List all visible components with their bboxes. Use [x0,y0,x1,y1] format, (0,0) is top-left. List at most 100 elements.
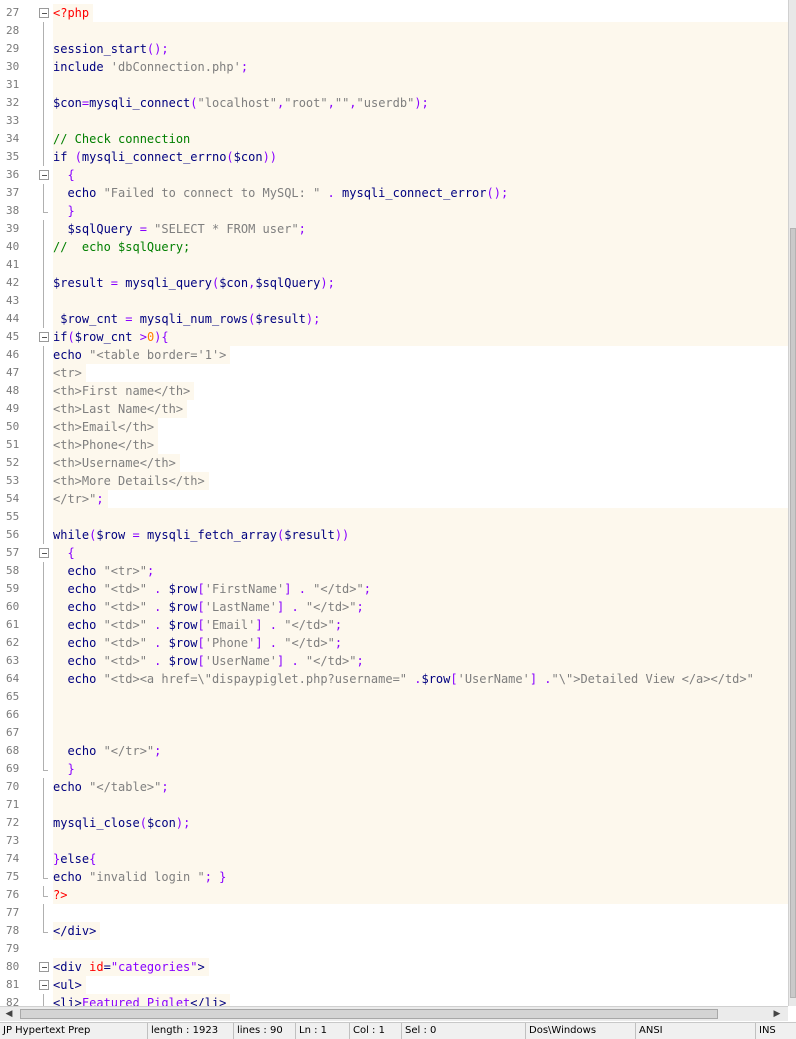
code-line[interactable]: 33 [0,112,788,130]
scroll-right-arrow-icon[interactable]: ▶ [770,1008,784,1020]
fold-collapse-icon[interactable] [34,976,50,994]
code-line[interactable]: 78 </div> [0,922,788,940]
code-line[interactable]: 27 <?php [0,4,788,22]
code-text[interactable]: $con=mysqli_connect("localhost","root","… [53,94,433,112]
code-line[interactable]: 51 <th>Phone</th> [0,436,788,454]
code-text[interactable]: if($row_cnt >0){ [53,328,173,346]
fold-collapse-icon[interactable] [34,958,50,976]
code-line[interactable]: 80 <div id="categories"> [0,958,788,976]
code-line[interactable]: 73 [0,832,788,850]
code-line[interactable]: 43 [0,292,788,310]
code-text[interactable]: echo "<tr>"; [53,562,158,580]
code-line[interactable]: 31 [0,76,788,94]
code-text[interactable]: while($row = mysqli_fetch_array($result)… [53,526,353,544]
code-line[interactable]: 59 echo "<td>" . $row['FirstName'] . "</… [0,580,788,598]
code-line[interactable]: 82 <li>Featured Piglet</li> [0,994,788,1006]
code-text[interactable]: echo "<td>" . $row['Email'] . "</td>"; [53,616,346,634]
code-text[interactable]: <th>Email</th> [53,418,159,436]
code-text[interactable]: include 'dbConnection.php'; [53,58,252,76]
code-text[interactable]: <ul> [53,976,86,994]
code-line[interactable]: 62 echo "<td>" . $row['Phone'] . "</td>"… [0,634,788,652]
code-text[interactable] [53,724,57,742]
code-text[interactable]: echo "<td>" . $row['LastName'] . "</td>"… [53,598,368,616]
code-text[interactable] [53,688,57,706]
code-text[interactable]: </div> [53,922,101,940]
code-line[interactable]: 61 echo "<td>" . $row['Email'] . "</td>"… [0,616,788,634]
code-text[interactable]: session_start(); [53,40,173,58]
code-line[interactable]: 71 [0,796,788,814]
code-line[interactable]: 64 echo "<td><a href=\"dispaypiglet.php?… [0,670,788,688]
code-line[interactable]: 75 echo "invalid login "; } [0,868,788,886]
code-line[interactable]: 53 <th>More Details</th> [0,472,788,490]
code-text[interactable]: <li>Featured Piglet</li> [53,994,231,1006]
code-text[interactable]: // echo $sqlQuery; [53,238,194,256]
code-text[interactable]: ?> [53,886,71,904]
code-text[interactable]: echo "Failed to connect to MySQL: " . my… [53,184,512,202]
code-line[interactable]: 69 } [0,760,788,778]
code-line[interactable]: 58 echo "<tr>"; [0,562,788,580]
code-line[interactable]: 68 echo "</tr>"; [0,742,788,760]
code-line[interactable]: 47 <tr> [0,364,788,382]
code-text[interactable] [53,112,57,130]
code-text[interactable]: <tr> [53,364,86,382]
vertical-scroll-thumb[interactable] [790,228,796,998]
code-text[interactable]: <div id="categories"> [53,958,209,976]
code-line[interactable]: 29 session_start(); [0,40,788,58]
code-line[interactable]: 42 $result = mysqli_query($con,$sqlQuery)… [0,274,788,292]
code-text[interactable] [53,832,57,850]
code-text[interactable]: <th>More Details</th> [53,472,209,490]
code-text[interactable]: echo "invalid login "; } [53,868,230,886]
scroll-left-arrow-icon[interactable]: ◀ [2,1008,16,1020]
code-text[interactable]: }else{ [53,850,100,868]
code-line[interactable]: 50 <th>Email</th> [0,418,788,436]
code-line[interactable]: 39 $sqlQuery = "SELECT * FROM user"; [0,220,788,238]
code-line[interactable]: 57 { [0,544,788,562]
code-text[interactable] [53,940,57,958]
code-line[interactable]: 55 [0,508,788,526]
fold-collapse-icon[interactable] [34,166,50,184]
code-line[interactable]: 54 </tr>"; [0,490,788,508]
code-text[interactable]: { [53,166,79,184]
code-line[interactable]: 77 [0,904,788,922]
code-line[interactable]: 30 include 'dbConnection.php'; [0,58,788,76]
code-line[interactable]: 76 ?> [0,886,788,904]
code-text[interactable]: mysqli_close($con); [53,814,194,832]
code-line[interactable]: 70 echo "</table>"; [0,778,788,796]
code-text[interactable]: // Check connection [53,130,194,148]
horizontal-scroll-thumb[interactable] [20,1009,718,1019]
vertical-scrollbar[interactable] [788,0,796,1006]
code-text[interactable]: </tr>"; [53,490,108,508]
code-line[interactable]: 72 mysqli_close($con); [0,814,788,832]
code-text[interactable]: if (mysqli_connect_errno($con)) [53,148,281,166]
code-line[interactable]: 81 <ul> [0,976,788,994]
code-line[interactable]: 36 { [0,166,788,184]
code-text[interactable] [53,256,57,274]
code-text[interactable]: echo "<td>" . $row['UserName'] . "</td>"… [53,652,368,670]
code-line[interactable]: 67 [0,724,788,742]
code-text[interactable]: $row_cnt = mysqli_num_rows($result); [53,310,324,328]
code-text[interactable]: echo "<td><a href=\"dispaypiglet.php?use… [53,670,758,688]
code-text[interactable]: $result = mysqli_query($con,$sqlQuery); [53,274,339,292]
horizontal-scrollbar[interactable]: ◀ ▶ [0,1006,788,1021]
code-text[interactable]: echo "<table border='1'> [53,346,231,364]
code-text[interactable] [53,292,57,310]
code-line[interactable]: 41 [0,256,788,274]
code-line[interactable]: 44 $row_cnt = mysqli_num_rows($result); [0,310,788,328]
code-line[interactable]: 46 echo "<table border='1'> [0,346,788,364]
code-text[interactable] [53,76,57,94]
code-text[interactable]: echo "</table>"; [53,778,173,796]
code-line[interactable]: 79 [0,940,788,958]
code-text[interactable]: } [53,202,79,220]
code-line[interactable]: 60 echo "<td>" . $row['LastName'] . "</t… [0,598,788,616]
code-text[interactable] [53,22,57,40]
code-text[interactable]: <th>First name</th> [53,382,195,400]
fold-collapse-icon[interactable] [34,544,50,562]
code-text[interactable]: <?php [53,4,94,22]
code-line[interactable]: 37 echo "Failed to connect to MySQL: " .… [0,184,788,202]
code-text[interactable]: } [53,760,79,778]
code-editor[interactable]: 27 <?php 28 29 session_start(); 30 include 'db… [0,0,788,1006]
code-line[interactable]: 34 // Check connection [0,130,788,148]
code-line[interactable]: 49 <th>Last Name</th> [0,400,788,418]
code-line[interactable]: 52 <th>Username</th> [0,454,788,472]
code-line[interactable]: 40 // echo $sqlQuery; [0,238,788,256]
